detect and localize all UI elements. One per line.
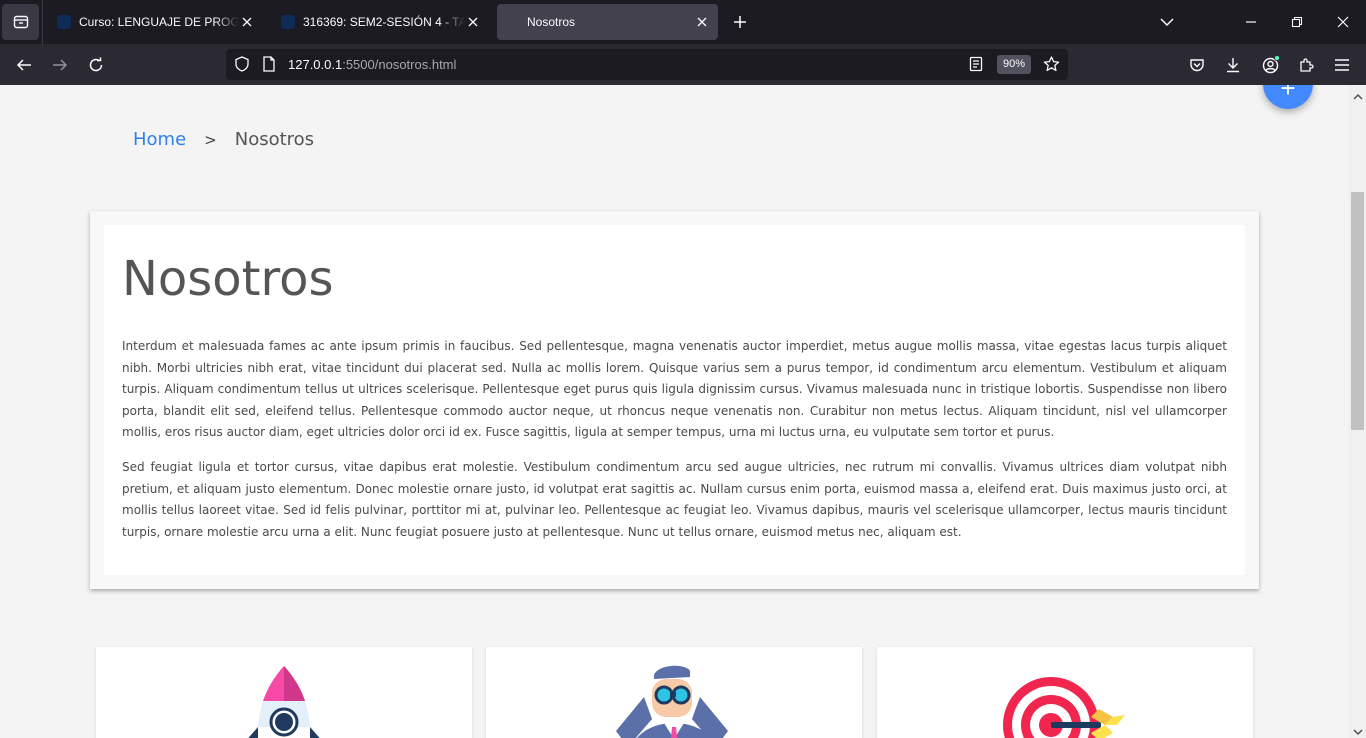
tab-close-icon[interactable] [239, 14, 255, 30]
target-icon [1003, 677, 1125, 738]
forward-button[interactable] [47, 52, 73, 78]
about-paragraph: Interdum et malesuada fames ac ante ipsu… [122, 339, 1227, 439]
close-icon [1337, 16, 1349, 28]
reload-button[interactable] [83, 52, 109, 78]
tab-separator [42, 0, 43, 44]
site-favicon-icon [281, 15, 295, 29]
url-text[interactable]: 127.0.0.1:5500/nosotros.html [288, 57, 456, 72]
site-favicon-icon [57, 15, 71, 29]
hamburger-menu-icon [1335, 59, 1349, 71]
about-card: Nosotros Interdum et malesuada fames ac … [90, 211, 1259, 589]
page-info-icon[interactable] [262, 56, 276, 77]
minimize-button[interactable] [1241, 12, 1261, 32]
rocket-icon [248, 666, 320, 738]
tab-close-icon[interactable] [694, 14, 710, 30]
pocket-icon [1190, 59, 1204, 72]
restore-button[interactable] [1287, 12, 1307, 32]
zoom-level-badge[interactable]: 90% [997, 55, 1032, 74]
breadcrumb: Home > Nosotros [133, 129, 314, 150]
tab-strip: Curso: LENGUAJE DE PROGRAMACIÓN 316369: … [0, 0, 1366, 44]
back-button[interactable] [11, 52, 37, 78]
arrow-right-icon [53, 59, 68, 71]
puzzle-piece-icon [1300, 58, 1314, 72]
scrollbar-thumb[interactable] [1351, 192, 1364, 430]
tab-title: Nosotros [527, 15, 576, 29]
app-menu-button[interactable] [1329, 52, 1355, 78]
tab-title: 316369: SEM2-SESIÓN 4 - TALLER [303, 15, 465, 29]
tracking-protection-icon[interactable] [234, 56, 250, 77]
url-host: 127.0.0.1 [288, 57, 343, 72]
plus-icon: + [1280, 85, 1296, 103]
tab-close-icon[interactable] [465, 14, 481, 30]
bookmark-star-icon[interactable] [1043, 56, 1060, 77]
downloads-button[interactable] [1220, 52, 1246, 78]
chevron-down-icon [1160, 18, 1174, 27]
feature-card-rocket [96, 647, 472, 738]
floating-action-button[interactable]: + [1263, 85, 1313, 109]
feature-card-target [877, 647, 1253, 738]
page-viewport: + Home > Nosotros Nosotros Interdum et m… [0, 85, 1349, 738]
breadcrumb-separator: > [204, 130, 217, 149]
breadcrumb-current: Nosotros [234, 129, 315, 150]
restore-icon [1291, 16, 1303, 28]
minimize-icon [1246, 21, 1256, 23]
feature-card-vision [486, 647, 862, 738]
tab-nosotros[interactable]: Nosotros [497, 4, 718, 40]
plus-icon [734, 16, 746, 28]
url-path: :5500/nosotros.html [342, 57, 457, 72]
page-title: Nosotros [122, 251, 334, 307]
about-card-content: Nosotros Interdum et malesuada fames ac … [104, 225, 1245, 575]
notification-dot-icon [1274, 55, 1280, 61]
binoculars-person-icon [616, 665, 728, 738]
breadcrumb-home-link[interactable]: Home [133, 129, 186, 150]
navigation-toolbar: 127.0.0.1:5500/nosotros.html 90% [0, 44, 1366, 85]
scroll-up-arrow-icon[interactable] [1353, 88, 1363, 106]
firefox-view-icon [13, 15, 28, 29]
pocket-button[interactable] [1184, 52, 1210, 78]
close-window-button[interactable] [1333, 12, 1353, 32]
tab-curso[interactable]: Curso: LENGUAJE DE PROGRAMACIÓN [47, 4, 263, 40]
list-all-tabs-button[interactable] [1157, 12, 1177, 32]
scroll-down-arrow-icon[interactable] [1353, 723, 1363, 738]
account-button[interactable] [1257, 52, 1283, 78]
tab-title: Curso: LENGUAJE DE PROGRAMACIÓN [79, 15, 239, 29]
firefox-view-button[interactable] [2, 4, 39, 40]
reload-icon [89, 57, 103, 72]
about-paragraph: Sed feugiat ligula et tortor cursus, vit… [122, 460, 1227, 539]
tab-sesion[interactable]: 316369: SEM2-SESIÓN 4 - TALLER [271, 4, 489, 40]
address-bar[interactable]: 127.0.0.1:5500/nosotros.html 90% [226, 49, 1068, 80]
reader-view-icon[interactable] [969, 56, 983, 77]
download-icon [1227, 58, 1239, 73]
page-scrollbar[interactable] [1349, 85, 1366, 738]
arrow-left-icon [16, 59, 31, 71]
new-tab-button[interactable] [728, 10, 752, 34]
extensions-button[interactable] [1293, 52, 1319, 78]
